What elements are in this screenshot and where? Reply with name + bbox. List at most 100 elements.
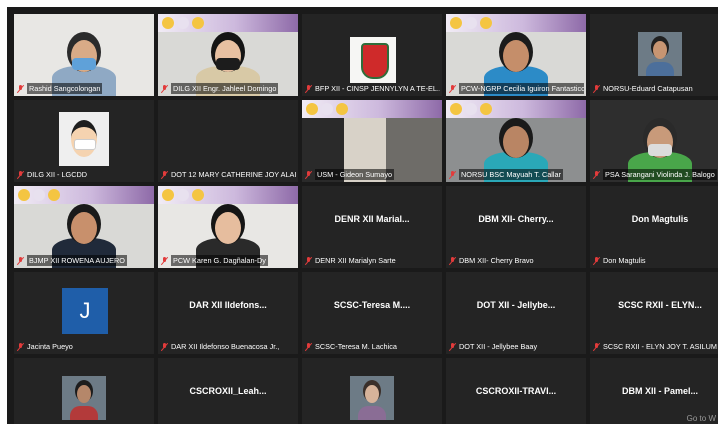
background-banner xyxy=(158,186,298,204)
participant-display-name: Don Magtulis xyxy=(631,214,689,224)
participant-tile-denr-xii-marialyn-sarte[interactable]: DENR XII Marial... DENR XII Marialyn Sart… xyxy=(302,186,442,268)
participant-name: DOT 12 MARY CATHERINE JOY ALAIR xyxy=(171,170,296,179)
participant-name: DOT XII - Jellybee Baay xyxy=(459,342,538,351)
participant-tile-bjmp-xii-rowena-aujero[interactable]: BJMP XII ROWENA AUJERO xyxy=(14,186,154,268)
participant-name: SCSC-Teresa M. Lachica xyxy=(315,342,397,351)
mic-muted-icon xyxy=(17,342,24,351)
participant-tile-dilg-xii-lgcdd[interactable]: DILG XII - LGCDD xyxy=(14,100,154,182)
participant-grid: Rashid Sangcolongan DILG XII Engr. Jahlee… xyxy=(14,14,718,424)
participant-name: BFP XII - CINSP JENNYLYN A TE-EL... xyxy=(315,84,440,93)
participant-tile-pcw-ngrp-cecilia-iguiron-fantastico[interactable]: PCW-NGRP Cecilia Iguiron Fantastico xyxy=(446,14,586,96)
participant-name-label: DAR XII Ildefonso Buenacosa Jr., xyxy=(161,341,296,352)
mic-muted-icon xyxy=(449,170,456,179)
participant-name-label: BJMP XII ROWENA AUJERO xyxy=(17,255,152,266)
participant-name: PCW-NGRP Cecilia Iguiron Fantastico xyxy=(459,83,584,94)
participant-face xyxy=(503,40,529,72)
participant-name: BJMP XII ROWENA AUJERO xyxy=(27,255,127,266)
participant-tile-psa-sarangani-violinda-j-balogo[interactable]: PSA Sarangani Violinda J. Balogo xyxy=(590,100,718,182)
participant-tile-dot-12-mary-catherine-joy-alair[interactable]: DOT 12 MARY CATHERINE JOY ALAIR xyxy=(158,100,298,182)
participant-name: USM - Gideon Sumayo xyxy=(315,169,395,180)
mic-muted-icon xyxy=(161,84,168,93)
participant-tile-pcw-karen-g-dag-alan-dy[interactable]: PCW Karen G. Dagñalan-Dy xyxy=(158,186,298,268)
participant-display-name: DAR XII Ildefons... xyxy=(189,300,267,310)
profile-photo xyxy=(638,32,682,76)
participant-name: Jacinta Pueyo xyxy=(27,342,73,351)
mic-muted-icon xyxy=(161,256,168,265)
participant-tile-don-magtulis[interactable]: Don Magtulis Don Magtulis xyxy=(590,186,718,268)
face-mask xyxy=(648,144,672,156)
participant-tile-cscroxii-travis-ryan-delos-rey[interactable]: CSCROXII-TRAVI...CSCROXII-TRAVIS RYAN DE… xyxy=(446,358,586,424)
participant-name: DBM XII- Cherry Bravo xyxy=(459,256,534,265)
participant-name-label: USM - Gideon Sumayo xyxy=(305,169,440,180)
participant-name: DILG XII Engr. Jahleel Domingo xyxy=(171,83,279,94)
mic-muted-icon xyxy=(593,170,600,179)
participant-tile-norsu-aileen-rvm-felix[interactable]: NORSU - AILEEN RVM FELIX xyxy=(14,358,154,424)
participant-name-label: NORSU BSC Mayuah T. Callar xyxy=(449,169,584,180)
participant-name-label: PCW Karen G. Dagñalan-Dy xyxy=(161,255,296,266)
mic-muted-icon xyxy=(17,256,24,265)
participant-name-label: PCW-NGRP Cecilia Iguiron Fantastico xyxy=(449,83,584,94)
participant-display-name: DBM XII - Pamel... xyxy=(621,386,699,396)
participant-name-label: DILG XII - LGCDD xyxy=(17,169,152,180)
profile-photo xyxy=(350,376,394,420)
participant-display-name: SCSC RXII - ELYN... xyxy=(618,300,702,310)
initial-avatar: J xyxy=(62,288,108,334)
participant-tile-rashid-sangcolongan[interactable]: Rashid Sangcolongan xyxy=(14,14,154,96)
participant-name-label: DOT 12 MARY CATHERINE JOY ALAIR xyxy=(161,169,296,180)
background-banner xyxy=(302,100,442,118)
participant-tile-scsc-rxii-elyn-joy-t-asilum[interactable]: SCSC RXII - ELYN... SCSC RXII - ELYN JOY … xyxy=(590,272,718,354)
participant-tile-norsu-eduard-catapusan[interactable]: NORSU-Eduard Catapusan xyxy=(590,14,718,96)
mic-muted-icon xyxy=(161,342,168,351)
participant-display-name: DBM XII- Cherry... xyxy=(478,214,554,224)
mic-muted-icon xyxy=(449,256,456,265)
participant-name: PSA Sarangani Violinda J. Balogo xyxy=(603,169,717,180)
participant-display-name: CSCROXII_Leah... xyxy=(189,386,267,396)
mic-muted-icon xyxy=(305,342,312,351)
participant-tile-csc-xii-bumanlag-venus[interactable]: CSC XII_Bumanlag, Venus xyxy=(302,358,442,424)
participant-name-label: PSA Sarangani Violinda J. Balogo xyxy=(593,169,718,180)
participant-face xyxy=(503,126,529,158)
participant-face xyxy=(215,212,241,244)
background-banner xyxy=(158,14,298,32)
participant-tile-scsc-teresa-m-lachica[interactable]: SCSC-Teresa M.... SCSC-Teresa M. Lachica xyxy=(302,272,442,354)
background-banner xyxy=(14,186,154,204)
participant-name-label: BFP XII - CINSP JENNYLYN A TE-EL... xyxy=(305,83,440,94)
agency-seal-icon xyxy=(350,37,396,83)
face-mask xyxy=(216,58,240,70)
participant-tile-bfp-xii-cinsp-jennylyn-a-te-el[interactable]: BFP XII - CINSP JENNYLYN A TE-EL... xyxy=(302,14,442,96)
mic-muted-icon xyxy=(593,84,600,93)
participant-tile-dar-xii-ildefonso-buenacosa-jr[interactable]: DAR XII Ildefons... DAR XII Ildefonso Bue… xyxy=(158,272,298,354)
participant-tile-dbm-xii-cherry-bravo[interactable]: DBM XII- Cherry... DBM XII- Cherry Bravo xyxy=(446,186,586,268)
participant-tile-norsu-bsc-mayuah-t-callar[interactable]: NORSU BSC Mayuah T. Callar xyxy=(446,100,586,182)
background-banner xyxy=(446,100,586,118)
participant-name-label: NORSU-Eduard Catapusan xyxy=(593,83,718,94)
participant-tile-cscroxii-leah-a-tardo[interactable]: CSCROXII_Leah...CSCROXII_Leah A. Tardo xyxy=(158,358,298,424)
participant-display-name: DENR XII Marial... xyxy=(334,214,410,224)
participant-name: NORSU BSC Mayuah T. Callar xyxy=(459,169,564,180)
participant-name: Don Magtulis xyxy=(603,256,646,265)
participant-name-label: DILG XII Engr. Jahleel Domingo xyxy=(161,83,296,94)
mic-muted-icon xyxy=(17,170,24,179)
participant-name: NORSU-Eduard Catapusan xyxy=(603,84,693,93)
face-mask xyxy=(72,58,96,70)
participant-name-label: DENR XII Marialyn Sarte xyxy=(305,255,440,266)
participant-name-label: SCSC-Teresa M. Lachica xyxy=(305,341,440,352)
mic-muted-icon xyxy=(449,342,456,351)
profile-photo xyxy=(62,376,106,420)
participant-name: Rashid Sangcolongan xyxy=(27,83,103,94)
mic-muted-icon xyxy=(305,170,312,179)
participant-name: DILG XII - LGCDD xyxy=(27,170,88,179)
participant-display-name: SCSC-Teresa M.... xyxy=(333,300,411,310)
meeting-window: Rashid Sangcolongan DILG XII Engr. Jahlee… xyxy=(7,7,718,424)
participant-name-label: Don Magtulis xyxy=(593,255,718,266)
participant-name: DENR XII Marialyn Sarte xyxy=(315,256,396,265)
participant-tile-jacinta-pueyo[interactable]: J Jacinta Pueyo xyxy=(14,272,154,354)
participant-name-label: SCSC RXII - ELYN JOY T. ASILUM xyxy=(593,341,718,352)
mic-muted-icon xyxy=(17,84,24,93)
mic-muted-icon xyxy=(305,256,312,265)
mic-muted-icon xyxy=(305,84,312,93)
participant-tile-usm-gideon-sumayo[interactable]: USM - Gideon Sumayo xyxy=(302,100,442,182)
participant-name-label: Rashid Sangcolongan xyxy=(17,83,152,94)
participant-tile-dilg-xii-engr-jahleel-domingo[interactable]: DILG XII Engr. Jahleel Domingo xyxy=(158,14,298,96)
participant-tile-dot-xii-jellybee-baay[interactable]: DOT XII - Jellybe... DOT XII - Jellybee B… xyxy=(446,272,586,354)
